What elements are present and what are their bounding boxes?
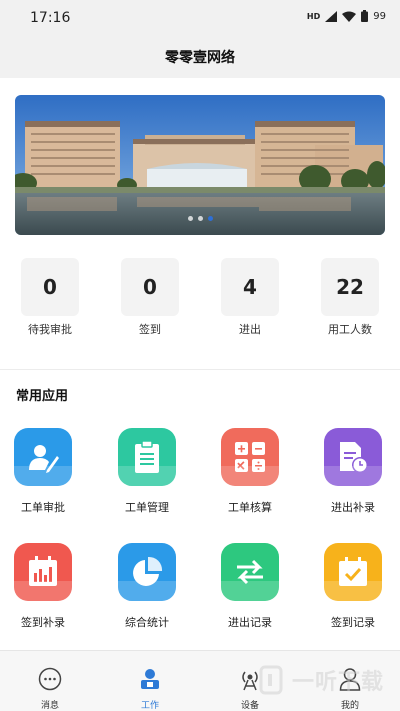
battery-level: 99 [373,10,386,22]
stat-sign-in[interactable]: 0 签到 [110,258,190,337]
banner-carousel[interactable] [15,95,385,235]
stat-value: 22 [321,258,379,316]
status-icons: HD 99 [307,10,386,22]
stat-pending-approval[interactable]: 0 待我审批 [10,258,90,337]
app-sign-in-records[interactable]: 签到记录 [308,543,398,630]
stat-workers[interactable]: 22 用工人数 [310,258,390,337]
app-label: 进出补录 [331,501,375,514]
message-icon [38,667,62,691]
document-clock-icon [324,428,382,486]
pie-chart-icon [118,543,176,601]
stat-label: 待我审批 [28,323,72,336]
watermark: 一听下载 [258,664,384,696]
page-title: 零零壹网络 [165,50,235,66]
status-bar: 17:16 HD 99 [0,0,400,36]
battery-icon [361,10,369,22]
stat-label: 签到 [139,323,161,336]
stat-label: 进出 [239,323,261,336]
network-type: HD [306,11,321,21]
app-label: 工单审批 [21,501,65,514]
carousel-dot-active[interactable] [207,216,213,221]
carousel-dot[interactable] [187,216,193,221]
app-work-order-accounting[interactable]: 工单核算 [205,428,295,515]
calendar-check-icon [324,543,382,601]
section-divider [0,369,400,370]
stat-value: 4 [221,258,279,316]
watermark-text: 一听下载 [292,670,385,695]
section-title: 常用应用 [16,389,69,404]
app-label: 工单管理 [125,501,169,514]
status-time: 17:16 [30,10,71,26]
tab-label: 我的 [340,701,359,711]
app-label: 进出记录 [228,616,272,629]
app-statistics[interactable]: 综合统计 [102,543,192,630]
carousel-dot[interactable] [197,216,203,221]
work-icon [141,669,159,689]
tab-label: 设备 [240,701,259,711]
app-work-order-approval[interactable]: 工单审批 [0,428,88,515]
banner-image [15,95,385,235]
stat-label: 用工人数 [328,323,372,336]
app-label: 签到记录 [331,616,375,629]
transfer-arrows-icon [221,543,279,601]
wifi-icon [342,11,357,22]
tab-messages[interactable]: 消息 [0,651,100,711]
stat-value: 0 [21,258,79,316]
calendar-chart-icon [14,543,72,601]
carousel-dots [15,216,385,221]
tab-label: 消息 [40,701,59,711]
app-label: 综合统计 [125,616,169,629]
title-bar: 零零壹网络 [0,36,400,78]
stat-in-out[interactable]: 4 进出 [210,258,290,337]
tab-work[interactable]: 工作 [100,651,200,711]
clipboard-icon [118,428,176,486]
app-in-out-supplement[interactable]: 进出补录 [308,428,398,515]
stats-row: 0 待我审批 0 签到 4 进出 22 用工人数 [0,258,400,338]
tab-label: 工作 [140,701,159,711]
app-work-order-management[interactable]: 工单管理 [102,428,192,515]
app-label: 工单核算 [228,501,272,514]
app-sign-in-supplement[interactable]: 签到补录 [0,543,88,630]
app-label: 签到补录 [21,616,65,629]
calculator-icon [221,428,279,486]
app-in-out-records[interactable]: 进出记录 [205,543,295,630]
stat-value: 0 [121,258,179,316]
watermark-logo-icon [259,665,283,695]
user-edit-icon [14,428,72,486]
signal-icon [325,10,338,22]
